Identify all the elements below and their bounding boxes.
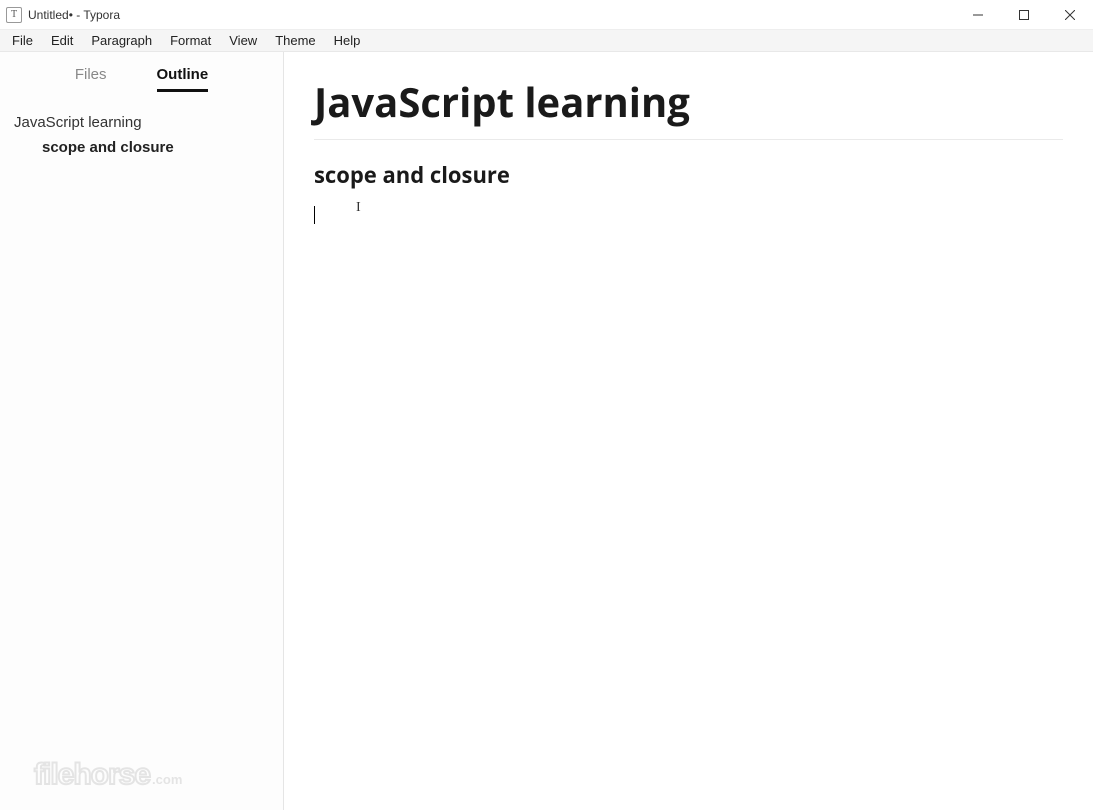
window-title: Untitled• - Typora (28, 8, 120, 22)
watermark-text: filehorse (34, 758, 150, 792)
menu-view[interactable]: View (221, 31, 265, 50)
close-button[interactable] (1047, 0, 1093, 29)
watermark-domain: .com (152, 772, 182, 787)
menu-theme[interactable]: Theme (267, 31, 323, 50)
menu-format[interactable]: Format (162, 31, 219, 50)
titlebar: T Untitled• - Typora (0, 0, 1093, 30)
outline-list: JavaScript learning scope and closure (0, 100, 283, 170)
document-heading-2[interactable]: scope and closure (314, 160, 1063, 190)
sidebar-tabs: Files Outline (0, 52, 283, 100)
menubar: File Edit Paragraph Format View Theme He… (0, 30, 1093, 52)
menu-edit[interactable]: Edit (43, 31, 81, 50)
tab-outline[interactable]: Outline (157, 66, 209, 92)
sidebar: Files Outline JavaScript learning scope … (0, 52, 284, 810)
maximize-button[interactable] (1001, 0, 1047, 29)
maximize-icon (1019, 10, 1029, 20)
app-icon: T (6, 7, 22, 23)
editor-cursor-line[interactable]: I (314, 206, 1063, 226)
outline-item-h1[interactable]: JavaScript learning (14, 110, 269, 135)
titlebar-left: T Untitled• - Typora (0, 7, 120, 23)
workspace: Files Outline JavaScript learning scope … (0, 52, 1093, 810)
menu-file[interactable]: File (4, 31, 41, 50)
menu-paragraph[interactable]: Paragraph (83, 31, 160, 50)
ibeam-cursor-icon: I (356, 200, 361, 216)
window-controls (955, 0, 1093, 29)
outline-item-h2[interactable]: scope and closure (14, 135, 269, 160)
close-icon (1065, 10, 1075, 20)
text-caret (314, 206, 315, 224)
tab-files[interactable]: Files (75, 66, 107, 92)
document-heading-1[interactable]: JavaScript learning (314, 74, 1063, 140)
minimize-icon (973, 10, 983, 20)
watermark: filehorse .com (34, 758, 182, 792)
minimize-button[interactable] (955, 0, 1001, 29)
menu-help[interactable]: Help (326, 31, 369, 50)
editor-area[interactable]: JavaScript learning scope and closure I (284, 52, 1093, 810)
